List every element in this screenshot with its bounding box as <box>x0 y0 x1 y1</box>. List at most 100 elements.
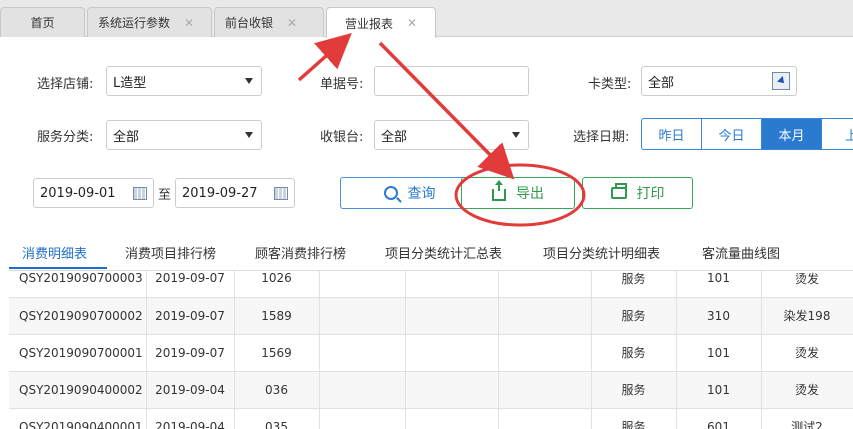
close-icon[interactable]: ✕ <box>287 16 297 30</box>
bill-label: 单据号: <box>320 77 364 92</box>
cashier-value: 全部 <box>381 129 408 145</box>
date-cell: 2019-09-04 <box>146 371 235 409</box>
date-preset-yesterday[interactable]: 昨日 <box>642 119 702 149</box>
date-preset-this-month[interactable]: 本月 <box>762 119 822 149</box>
report-tabs: 消费明细表 消费项目排行榜 顾客消费排行榜 项目分类统计汇总表 项目分类统计明细… <box>0 240 853 269</box>
store-select[interactable]: L造型 <box>106 66 262 96</box>
type-cell: 服务 <box>591 297 677 335</box>
export-label: 导出 <box>516 186 544 202</box>
date-cell: 2019-09-04 <box>146 408 235 429</box>
calendar-icon[interactable] <box>133 187 147 200</box>
table: QSY2019090700003 2019-09-07 1026 服务 101 … <box>9 271 853 429</box>
empty-cell <box>319 297 406 335</box>
item-cell: 染发198 <box>761 297 853 335</box>
tab-front-cashier[interactable]: 前台收银 ✕ <box>214 7 324 37</box>
query-button[interactable]: 查询 <box>340 177 479 209</box>
tab-business-report[interactable]: 营业报表 ✕ <box>326 7 436 38</box>
table-row[interactable]: QSY2019090400001 2019-09-04 035 服务 601 测… <box>9 408 853 429</box>
date-to-value: 2019-09-27 <box>182 185 258 201</box>
empty-cell <box>319 408 406 429</box>
code-cell: 310 <box>676 297 762 335</box>
customer-cell: 036 <box>234 371 320 409</box>
date-range-separator: 至 <box>158 188 172 203</box>
service-category-label: 服务分类: <box>37 130 94 145</box>
table-row[interactable]: QSY2019090700001 2019-09-07 1569 服务 101 … <box>9 334 853 372</box>
bill-number-cell: QSY2019090700001 <box>9 334 147 372</box>
tab-system-params[interactable]: 系统运行参数 ✕ <box>87 7 212 37</box>
item-cell: 烫发 <box>761 371 853 409</box>
date-cell: 2019-09-07 <box>146 334 235 372</box>
empty-cell <box>405 271 499 298</box>
service-category-value: 全部 <box>113 129 140 145</box>
chevron-down-icon <box>512 132 520 138</box>
tab-label: 前台收银 <box>225 16 274 30</box>
date-preset-last[interactable]: 上 <box>822 119 853 149</box>
table-row[interactable]: QSY2019090400002 2019-09-04 036 服务 101 烫… <box>9 371 853 409</box>
tab-label: 系统运行参数 <box>98 16 171 30</box>
close-icon[interactable]: ✕ <box>407 16 417 30</box>
empty-cell <box>405 297 499 335</box>
date-cell: 2019-09-07 <box>146 271 235 298</box>
table-row[interactable]: QSY2019090700002 2019-09-07 1589 服务 310 … <box>9 297 853 335</box>
empty-cell <box>498 271 592 298</box>
table-row[interactable]: QSY2019090700003 2019-09-07 1026 服务 101 … <box>9 271 853 298</box>
item-cell: 烫发 <box>761 271 853 298</box>
customer-cell: 1026 <box>234 271 320 298</box>
print-button[interactable]: 打印 <box>582 177 693 209</box>
card-type-label: 卡类型: <box>588 77 632 92</box>
date-from-input[interactable]: 2019-09-01 <box>33 178 154 208</box>
cashier-select[interactable]: 全部 <box>374 120 529 150</box>
bill-number-cell: QSY2019090700003 <box>9 271 147 298</box>
report-tab-category-detail[interactable]: 项目分类统计明细表 <box>543 243 660 262</box>
annotation-arrow <box>378 41 515 180</box>
customer-cell: 1569 <box>234 334 320 372</box>
tab-label: 营业报表 <box>344 16 393 31</box>
empty-cell <box>498 297 592 335</box>
empty-cell <box>405 371 499 409</box>
print-label: 打印 <box>636 186 665 202</box>
bill-number-input[interactable] <box>374 66 529 96</box>
date-from-value: 2019-09-01 <box>40 185 116 201</box>
search-icon <box>383 186 398 200</box>
card-type-picker[interactable]: 全部 <box>641 66 797 96</box>
export-button[interactable]: 导出 <box>461 177 575 209</box>
report-tab-consumption-detail[interactable]: 消费明细表 <box>22 243 87 262</box>
card-type-value: 全部 <box>648 75 675 91</box>
date-to-input[interactable]: 2019-09-27 <box>175 178 295 208</box>
code-cell: 101 <box>676 271 762 298</box>
export-icon <box>492 180 506 201</box>
cashier-label: 收银台: <box>320 130 364 145</box>
bill-number-cell: QSY2019090700002 <box>9 297 147 335</box>
report-tab-category-summary[interactable]: 项目分类统计汇总表 <box>385 243 502 262</box>
type-cell: 服务 <box>591 371 677 409</box>
tab-label: 首页 <box>30 16 55 30</box>
picker-icon[interactable] <box>772 72 790 90</box>
calendar-icon[interactable] <box>274 187 288 200</box>
code-cell: 101 <box>676 371 762 409</box>
customer-cell: 1589 <box>234 297 320 335</box>
code-cell: 101 <box>676 334 762 372</box>
service-category-select[interactable]: 全部 <box>106 120 262 150</box>
active-tab-indicator <box>9 267 107 269</box>
report-tab-customer-ranking[interactable]: 顾客消费排行榜 <box>255 243 346 262</box>
item-cell: 烫发 <box>761 334 853 372</box>
date-preset-today[interactable]: 今日 <box>702 119 762 149</box>
printer-icon <box>610 183 627 199</box>
tab-bar: 首页 系统运行参数 ✕ 前台收银 ✕ 营业报表 ✕ <box>0 0 853 38</box>
tab-home[interactable]: 首页 <box>0 7 85 37</box>
close-icon[interactable]: ✕ <box>184 16 194 30</box>
bill-number-cell: QSY2019090400002 <box>9 371 147 409</box>
empty-cell <box>405 334 499 372</box>
empty-cell <box>319 371 406 409</box>
date-label: 选择日期: <box>573 130 630 145</box>
store-value: L造型 <box>113 75 147 91</box>
item-cell: 测试2 <box>761 408 853 429</box>
empty-cell <box>498 408 592 429</box>
empty-cell <box>405 408 499 429</box>
report-tab-item-ranking[interactable]: 消费项目排行榜 <box>125 243 216 262</box>
report-tab-traffic-chart[interactable]: 客流量曲线图 <box>702 243 780 262</box>
consumption-table: QSY2019090700003 2019-09-07 1026 服务 101 … <box>9 270 853 429</box>
empty-cell <box>319 271 406 298</box>
query-label: 查询 <box>407 186 436 202</box>
store-label: 选择店铺: <box>37 77 94 92</box>
